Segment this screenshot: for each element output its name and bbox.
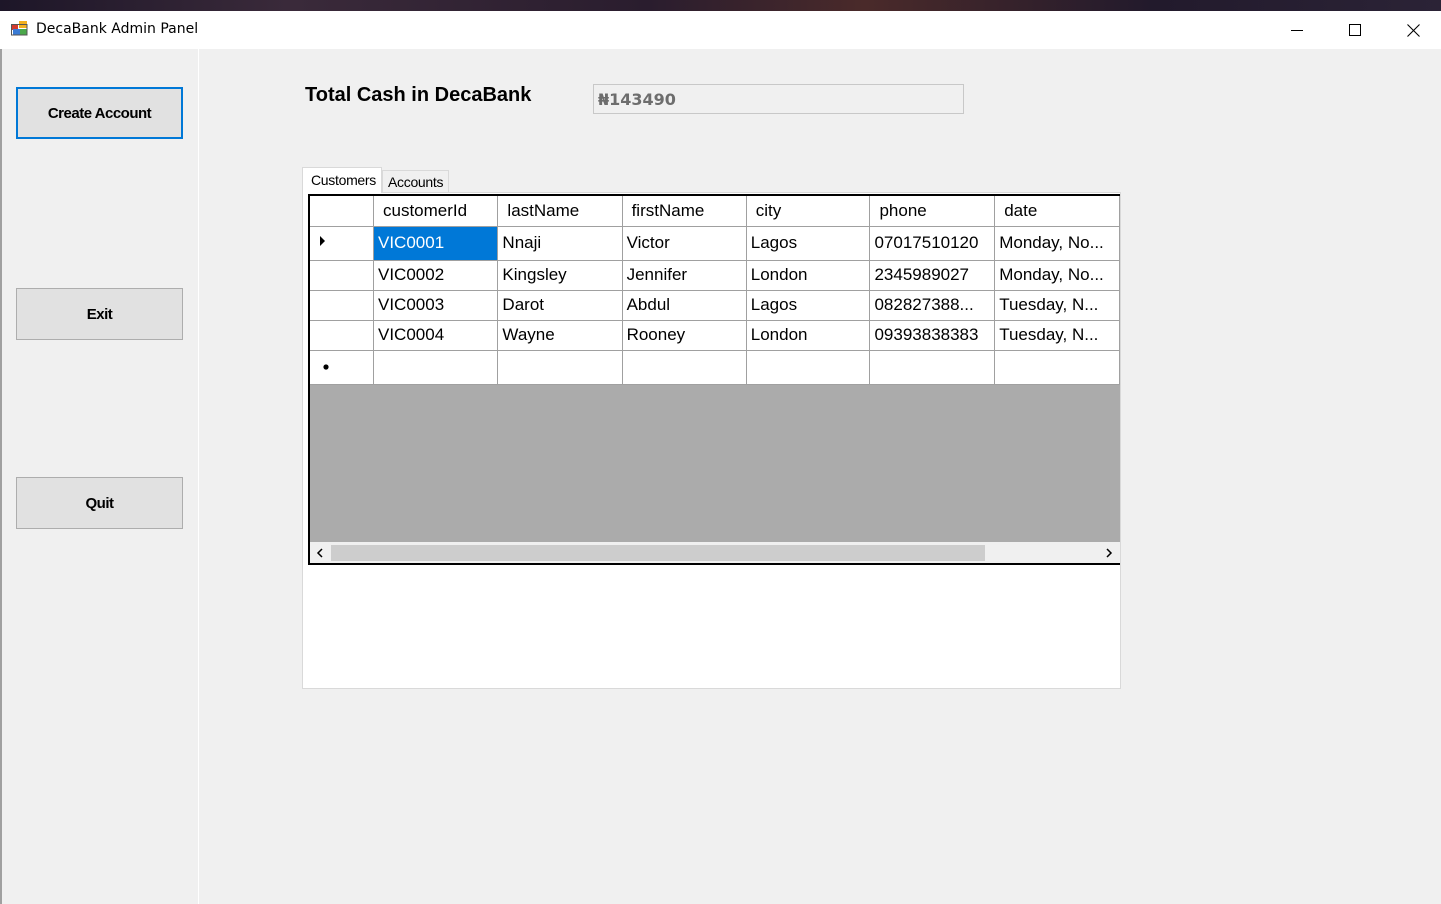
asterisk-icon (323, 363, 329, 370)
grid-cell-city[interactable]: London (746, 260, 871, 291)
minimize-icon (1291, 30, 1303, 31)
table-row[interactable]: VIC0001 Nnaji Victor Lagos 07017510120 M… (310, 226, 1120, 261)
title-bar: DecaBank Admin Panel (0, 11, 1441, 49)
customers-table: customerId lastName firstName city phone… (310, 196, 1120, 385)
table-row[interactable]: VIC0002 Kingsley Jennifer London 2345989… (310, 260, 1120, 291)
column-header-city[interactable]: city (746, 196, 871, 227)
grid-cell-empty[interactable] (869, 350, 996, 385)
close-button[interactable] (1384, 11, 1441, 49)
customers-grid[interactable]: customerId lastName firstName city phone… (308, 194, 1120, 565)
chevron-right-icon (1106, 547, 1113, 558)
app-icon (11, 21, 28, 36)
grid-cell-city[interactable]: Lagos (746, 290, 871, 321)
scroll-left-button[interactable] (310, 542, 330, 563)
total-cash-label: Total Cash in DecaBank (305, 84, 532, 106)
grid-cell-phone[interactable]: 09393838383 (869, 320, 996, 351)
horizontal-scrollbar[interactable] (310, 542, 1120, 563)
scroll-right-button[interactable] (1099, 542, 1119, 563)
grid-cell-date[interactable]: Monday, No... (994, 226, 1120, 261)
quit-button[interactable]: Quit (16, 477, 183, 529)
row-header-cell[interactable] (310, 260, 374, 291)
grid-cell-phone[interactable]: 082827388... (869, 290, 996, 321)
table-row[interactable]: VIC0004 Wayne Rooney London 09393838383 … (310, 320, 1120, 351)
grid-cell-date[interactable]: Monday, No... (994, 260, 1120, 291)
total-cash-field: ₦143490 (593, 84, 964, 114)
app-window: DecaBank Admin Panel Create Account Exit… (0, 11, 1441, 904)
grid-cell-phone[interactable]: 07017510120 (869, 226, 996, 261)
grid-cell-empty[interactable] (746, 350, 871, 385)
grid-cell-phone[interactable]: 2345989027 (869, 260, 996, 291)
column-header-date[interactable]: date (994, 196, 1120, 227)
grid-corner-cell (310, 196, 374, 227)
chevron-left-icon (316, 547, 323, 558)
row-header-cell[interactable] (310, 320, 374, 351)
maximize-button[interactable] (1326, 11, 1384, 49)
new-row[interactable] (310, 350, 1120, 385)
grid-cell-city[interactable]: Lagos (746, 226, 871, 261)
tab-accounts[interactable]: Accounts (382, 170, 449, 193)
close-icon (1406, 23, 1420, 37)
grid-cell-empty[interactable] (622, 350, 747, 385)
column-header-firstname[interactable]: firstName (622, 196, 747, 227)
grid-cell-firstname[interactable]: Jennifer (622, 260, 747, 291)
grid-cell-lastname[interactable]: Kingsley (497, 260, 623, 291)
grid-cell-customerid[interactable]: VIC0003 (373, 290, 499, 321)
grid-cell-customerid[interactable]: VIC0002 (373, 260, 499, 291)
grid-cell-lastname[interactable]: Wayne (497, 320, 623, 351)
grid-cell-lastname[interactable]: Darot (497, 290, 623, 321)
exit-button[interactable]: Exit (16, 288, 183, 340)
maximize-icon (1349, 24, 1361, 36)
grid-cell-lastname[interactable]: Nnaji (497, 226, 623, 261)
sidebar-panel: Create Account Exit Quit (0, 49, 199, 904)
grid-cell-empty[interactable] (994, 350, 1120, 385)
grid-cell-firstname[interactable]: Rooney (622, 320, 747, 351)
grid-cell-firstname[interactable]: Victor (622, 226, 747, 261)
grid-cell-customerid[interactable]: VIC0001 (373, 226, 499, 261)
column-header-phone[interactable]: phone (869, 196, 996, 227)
grid-cell-city[interactable]: London (746, 320, 871, 351)
row-header-cell[interactable] (310, 290, 374, 321)
grid-cell-date[interactable]: Tuesday, N... (994, 290, 1120, 321)
scrollbar-thumb[interactable] (331, 545, 985, 561)
row-header-cell[interactable] (310, 350, 374, 385)
row-header-cell[interactable] (310, 226, 374, 261)
grid-cell-empty[interactable] (373, 350, 499, 385)
window-title: DecaBank Admin Panel (36, 21, 199, 37)
minimize-button[interactable] (1268, 11, 1326, 49)
table-row[interactable]: VIC0003 Darot Abdul Lagos 082827388... T… (310, 290, 1120, 321)
grid-cell-empty[interactable] (497, 350, 623, 385)
grid-cell-date[interactable]: Tuesday, N... (994, 320, 1120, 351)
tab-customers[interactable]: Customers (302, 167, 382, 193)
desktop-background-strip (0, 0, 1441, 11)
triangle-right-icon (320, 235, 325, 246)
grid-cell-customerid[interactable]: VIC0004 (373, 320, 499, 351)
column-header-lastname[interactable]: lastName (497, 196, 623, 227)
column-header-customerid[interactable]: customerId (373, 196, 499, 227)
grid-header-row: customerId lastName firstName city phone… (310, 196, 1120, 227)
grid-cell-firstname[interactable]: Abdul (622, 290, 747, 321)
create-account-button[interactable]: Create Account (16, 87, 183, 139)
